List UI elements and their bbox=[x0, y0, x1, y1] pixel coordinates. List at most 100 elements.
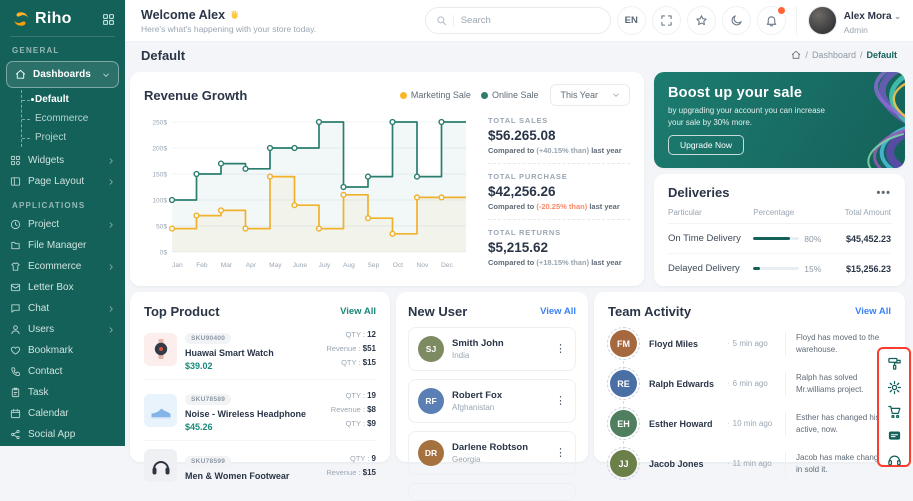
kebab-menu-icon[interactable]: ⋮ bbox=[555, 448, 566, 459]
kebab-menu-icon[interactable]: ⋮ bbox=[555, 396, 566, 407]
sidebar-item[interactable]: File Manager bbox=[0, 235, 125, 256]
product-row[interactable]: SKU78599 Men & Women Footwear QTY : 9Rev… bbox=[144, 441, 376, 491]
sidebar-section: GENERAL Dashboards Default Ecommerce Pro… bbox=[0, 37, 125, 192]
chevron-right-icon bbox=[107, 284, 115, 292]
breadcrumb-sep: / bbox=[860, 50, 863, 60]
sidebar-subitem[interactable]: Default bbox=[22, 90, 125, 109]
revenue-chart: 0$50$100$150$200$250$JanFebMarAprMayJune… bbox=[144, 112, 474, 272]
delivery-row: On Time Delivery 80% $45,452.23 bbox=[668, 224, 891, 254]
new-user-card: New User View All SJ Smith John India ⋮ … bbox=[396, 292, 588, 462]
sidebar-item[interactable]: Calendar bbox=[0, 403, 125, 424]
new-user-view-all[interactable]: View All bbox=[540, 306, 576, 317]
team-activity-view-all[interactable]: View All bbox=[855, 306, 891, 317]
svg-text:150$: 150$ bbox=[152, 171, 167, 178]
home-icon bbox=[15, 69, 26, 80]
sidebar-item[interactable]: Page Layout bbox=[0, 171, 125, 192]
chev-right bbox=[107, 326, 115, 334]
sidebar-nav: GENERAL Dashboards Default Ecommerce Pro… bbox=[0, 37, 125, 445]
user-name: Alex Mora bbox=[844, 11, 892, 22]
kebab-menu-icon[interactable]: ⋮ bbox=[555, 344, 566, 355]
favorites-button[interactable] bbox=[687, 6, 716, 35]
sidebar-subitem[interactable]: Ecommerce bbox=[22, 109, 125, 128]
sidebar-item[interactable]: Bookmark bbox=[0, 340, 125, 361]
notifications-button[interactable] bbox=[757, 6, 786, 35]
product-metrics: QTY : 9Revenue : $15 bbox=[326, 452, 376, 480]
darkmode-button[interactable] bbox=[722, 6, 751, 35]
paint-roller-icon[interactable] bbox=[887, 356, 902, 371]
user-menu[interactable]: Alex Mora ⌄ Admin bbox=[796, 6, 901, 35]
home-icon[interactable] bbox=[791, 50, 801, 60]
watch-thumb-icon bbox=[149, 337, 173, 361]
bell-icon bbox=[765, 14, 778, 27]
sidebar-subitem[interactable]: Project bbox=[22, 128, 125, 147]
stat-block: TOTAL RETURNS $5,215.62 Compared to (+18… bbox=[488, 219, 630, 267]
logo[interactable]: Riho bbox=[0, 0, 125, 36]
svg-text:Sep: Sep bbox=[368, 262, 380, 269]
sidebar-item[interactable]: Task bbox=[0, 382, 125, 403]
period-select[interactable]: This Year bbox=[550, 84, 630, 106]
fullscreen-button[interactable] bbox=[652, 6, 681, 35]
product-row[interactable]: SKU78589 Noise - Wireless Headphone $45.… bbox=[144, 380, 376, 441]
sidebar-section: APPLICATIONS Project File Manager Ecomme… bbox=[0, 192, 125, 445]
wave-icon bbox=[229, 9, 240, 20]
chev-right bbox=[107, 263, 115, 271]
clock-icon bbox=[10, 219, 21, 230]
revenue-title: Revenue Growth bbox=[144, 88, 247, 103]
sidebar: Riho GENERAL Dashboards Default Ecommerc… bbox=[0, 0, 125, 446]
shirt-icon bbox=[10, 261, 21, 272]
sidebar-item[interactable]: Widgets bbox=[0, 150, 125, 171]
gear-icon[interactable] bbox=[887, 380, 902, 395]
revenue-growth-card: Revenue Growth Marketing Sale Online Sal… bbox=[130, 72, 644, 286]
legend-dot bbox=[481, 92, 488, 99]
user-card[interactable]: DR Darlene Robtson Georgia ⋮ bbox=[408, 431, 576, 475]
svg-text:0$: 0$ bbox=[160, 249, 168, 256]
team-activity-title: Team Activity bbox=[608, 304, 691, 319]
sidebar-item[interactable]: Project bbox=[0, 214, 125, 235]
svg-text:Jan: Jan bbox=[172, 262, 183, 269]
product-thumb bbox=[144, 333, 177, 366]
legend-dot bbox=[400, 92, 407, 99]
top-product-view-all[interactable]: View All bbox=[340, 306, 376, 317]
sidebar-toggle-grid-icon[interactable] bbox=[102, 13, 115, 26]
chat-icon bbox=[10, 303, 21, 314]
product-metrics: QTY : 19Revenue : $8QTY : $9 bbox=[331, 389, 376, 431]
user-avatar: DR bbox=[418, 440, 444, 466]
sidebar-item[interactable]: Ecommerce bbox=[0, 256, 125, 277]
app-name: Riho bbox=[35, 10, 97, 28]
breadcrumb: / Dashboard / Default bbox=[791, 50, 897, 60]
card-icon[interactable] bbox=[887, 428, 902, 443]
phone-icon bbox=[10, 366, 21, 377]
sidebar-item-active[interactable]: Dashboards bbox=[6, 61, 119, 88]
product-name: Huawai Smart Watch bbox=[185, 348, 318, 358]
sidebar-item[interactable]: Chat bbox=[0, 298, 125, 319]
boost-title: Boost up your sale bbox=[668, 85, 891, 101]
user-card[interactable]: RF Robert Fox Afghanistan ⋮ bbox=[408, 379, 576, 423]
breadcrumb-dashboard[interactable]: Dashboard bbox=[812, 50, 856, 60]
welcome-block: Welcome Alex Here's what's happening wit… bbox=[141, 8, 316, 34]
search-input[interactable] bbox=[461, 15, 600, 26]
upgrade-now-button[interactable]: Upgrade Now bbox=[668, 135, 744, 155]
sku-badge: SKU78589 bbox=[185, 394, 231, 405]
member-avatar: FM bbox=[610, 330, 637, 357]
user-card[interactable]: SJ Smith John India ⋮ bbox=[408, 327, 576, 371]
product-metrics: QTY : 12Revenue : $51QTY : $15 bbox=[326, 328, 376, 370]
product-row[interactable]: SKU90400 Huawai Smart Watch $39.02 QTY :… bbox=[144, 319, 376, 380]
sku-badge: SKU78599 bbox=[185, 456, 231, 467]
cart-icon[interactable] bbox=[887, 404, 902, 419]
headset-icon[interactable] bbox=[887, 452, 902, 467]
sidebar-item[interactable]: Social App bbox=[0, 424, 125, 445]
deliveries-header: Particular Percentage Total Amount bbox=[668, 208, 891, 224]
chevron-right-icon bbox=[107, 431, 115, 439]
col-particular: Particular bbox=[668, 208, 753, 217]
sidebar-item[interactable]: Letter Box bbox=[0, 277, 125, 298]
riho-logo-icon bbox=[12, 10, 30, 28]
stat-block: TOTAL PURCHASE $42,256.26 Compared to (-… bbox=[488, 163, 630, 211]
svg-text:May: May bbox=[269, 262, 282, 269]
sidebar-item[interactable]: Users bbox=[0, 319, 125, 340]
sidebar-item[interactable]: Contact bbox=[0, 361, 125, 382]
user-card-partial bbox=[408, 483, 576, 501]
svg-text:200$: 200$ bbox=[152, 145, 167, 152]
more-menu-icon[interactable]: ••• bbox=[876, 190, 891, 196]
breadcrumb-sep: / bbox=[805, 50, 808, 60]
language-button[interactable]: EN bbox=[617, 6, 646, 35]
